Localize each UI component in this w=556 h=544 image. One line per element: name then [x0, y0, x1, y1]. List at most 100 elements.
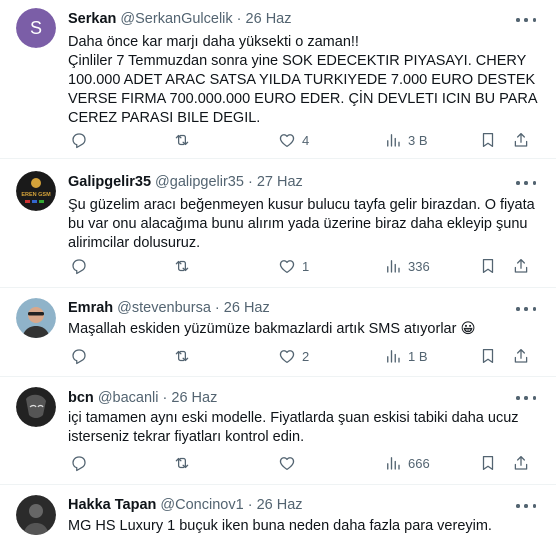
like-icon [279, 457, 295, 471]
bookmark-button[interactable] [479, 257, 497, 275]
like-count: 2 [302, 348, 310, 364]
views-icon [387, 457, 400, 470]
author-handle[interactable]: @galipgelir35 [155, 174, 244, 190]
retweet-button[interactable] [173, 257, 197, 275]
tweet-bcn[interactable]: bcn @bacanli · 26 Haz içi tamamen aynı e… [0, 377, 556, 485]
views-button[interactable]: 666 [384, 454, 430, 472]
share-button[interactable] [512, 347, 530, 365]
author-name[interactable]: Serkan [68, 11, 116, 27]
avatar[interactable]: EREN GSM [16, 171, 56, 211]
tweet-text: MG HS Luxury 1 buçuk iken buna neden dah… [68, 518, 492, 534]
tweet-header: Serkan @SerkanGulcelik · 26 Haz [68, 11, 292, 27]
author-name[interactable]: bcn [68, 390, 94, 406]
reply-button[interactable] [70, 131, 94, 149]
bookmark-icon [482, 132, 494, 148]
reply-button[interactable] [70, 454, 94, 472]
avatar[interactable] [16, 387, 56, 427]
like-button[interactable] [278, 454, 302, 472]
reply-button[interactable] [70, 257, 94, 275]
bookmark-button[interactable] [479, 131, 497, 149]
views-button[interactable]: 3 B [384, 131, 428, 149]
like-icon [279, 350, 295, 364]
share-icon [514, 455, 528, 470]
author-handle[interactable]: @bacanli [98, 390, 159, 406]
bookmark-icon [482, 455, 494, 471]
share-button[interactable] [512, 454, 530, 472]
like-icon [279, 260, 295, 274]
reply-icon [72, 133, 86, 149]
retweet-button[interactable] [173, 347, 197, 365]
avatar[interactable] [16, 495, 56, 535]
avatar-letter: S [30, 18, 42, 38]
action-bar: 666 [68, 454, 528, 474]
author-name[interactable]: Hakka Tapan [68, 497, 156, 513]
tweet-date[interactable]: 26 Haz [171, 390, 217, 406]
reply-icon [72, 259, 86, 275]
tweet-emrah[interactable]: Emrah @stevenbursa · 26 Haz Maşallah esk… [0, 288, 556, 377]
more-icon[interactable] [516, 306, 536, 312]
tweet-header: Hakka Tapan @Concinov1 · 26 Haz [68, 497, 303, 513]
author-handle[interactable]: @SerkanGulcelik [120, 11, 232, 27]
bookmark-icon [482, 258, 494, 274]
views-count: 3 B [408, 132, 428, 148]
tweet-text: Şu güzelim aracı beğenmeyen kusur bulucu… [68, 197, 535, 251]
tweet-serkan[interactable]: S Serkan @SerkanGulcelik · 26 Haz Daha ö… [0, 0, 556, 159]
separator-dot: · [214, 300, 220, 316]
author-handle[interactable]: @stevenbursa [117, 300, 211, 316]
author-name[interactable]: Emrah [68, 300, 113, 316]
like-count: 1 [302, 258, 310, 274]
like-button[interactable]: 2 [278, 347, 309, 365]
tweet-text: Maşallah eskiden yüzümüze bakmazlardi ar… [68, 321, 476, 337]
action-bar: 2 1 B [68, 347, 528, 367]
bookmark-button[interactable] [479, 454, 497, 472]
tweet-date[interactable]: 27 Haz [257, 174, 303, 190]
tweet-date[interactable]: 26 Haz [257, 497, 303, 513]
bookmark-icon [482, 348, 494, 364]
retweet-icon [175, 134, 189, 146]
tweet-text: Daha önce kar marjı daha yüksekti o zama… [68, 34, 537, 126]
reply-icon [72, 456, 86, 472]
like-icon [279, 134, 295, 148]
reply-icon [72, 349, 86, 365]
like-button[interactable]: 4 [278, 131, 309, 149]
separator-dot: · [247, 174, 253, 190]
views-button[interactable]: 336 [384, 257, 430, 275]
tweet-header: Emrah @stevenbursa · 26 Haz [68, 300, 270, 316]
tweet-text: içi tamamen aynı eski modelle. Fiyatlard… [68, 410, 519, 445]
bookmark-button[interactable] [479, 347, 497, 365]
views-icon [387, 260, 400, 273]
tweet-hakka-tapan[interactable]: Hakka Tapan @Concinov1 · 26 Haz MG HS Lu… [0, 485, 556, 544]
avatar[interactable] [16, 298, 56, 338]
views-icon [387, 350, 400, 363]
tweet-header: Galipgelir35 @galipgelir35 · 27 Haz [68, 174, 303, 190]
more-icon[interactable] [516, 395, 536, 401]
views-button[interactable]: 1 B [384, 347, 428, 365]
avatar[interactable]: S [16, 8, 56, 48]
views-icon [387, 134, 400, 147]
like-count: 4 [302, 132, 310, 148]
more-icon[interactable] [516, 180, 536, 186]
retweet-icon [175, 260, 189, 272]
more-icon[interactable] [516, 17, 536, 23]
author-name[interactable]: Galipgelir35 [68, 174, 151, 190]
like-button[interactable]: 1 [278, 257, 309, 275]
reply-button[interactable] [70, 347, 94, 365]
tweet-date[interactable]: 26 Haz [246, 11, 292, 27]
retweet-button[interactable] [173, 454, 197, 472]
share-button[interactable] [512, 257, 530, 275]
action-bar: 1 336 [68, 257, 528, 277]
tweet-galipgelir35[interactable]: EREN GSM Galipgelir35 @galipgelir35 · 27… [0, 159, 556, 288]
tweet-date[interactable]: 26 Haz [224, 300, 270, 316]
tweet-header: bcn @bacanli · 26 Haz [68, 390, 217, 406]
retweet-icon [175, 457, 189, 469]
retweet-button[interactable] [173, 131, 197, 149]
share-icon [514, 132, 528, 147]
more-icon[interactable] [516, 503, 536, 509]
views-count: 666 [408, 455, 430, 471]
author-handle[interactable]: @Concinov1 [160, 497, 243, 513]
share-button[interactable] [512, 131, 530, 149]
share-icon [514, 258, 528, 273]
views-count: 1 B [408, 348, 428, 364]
retweet-icon [175, 350, 189, 362]
avatar-text: EREN GSM [21, 192, 51, 198]
